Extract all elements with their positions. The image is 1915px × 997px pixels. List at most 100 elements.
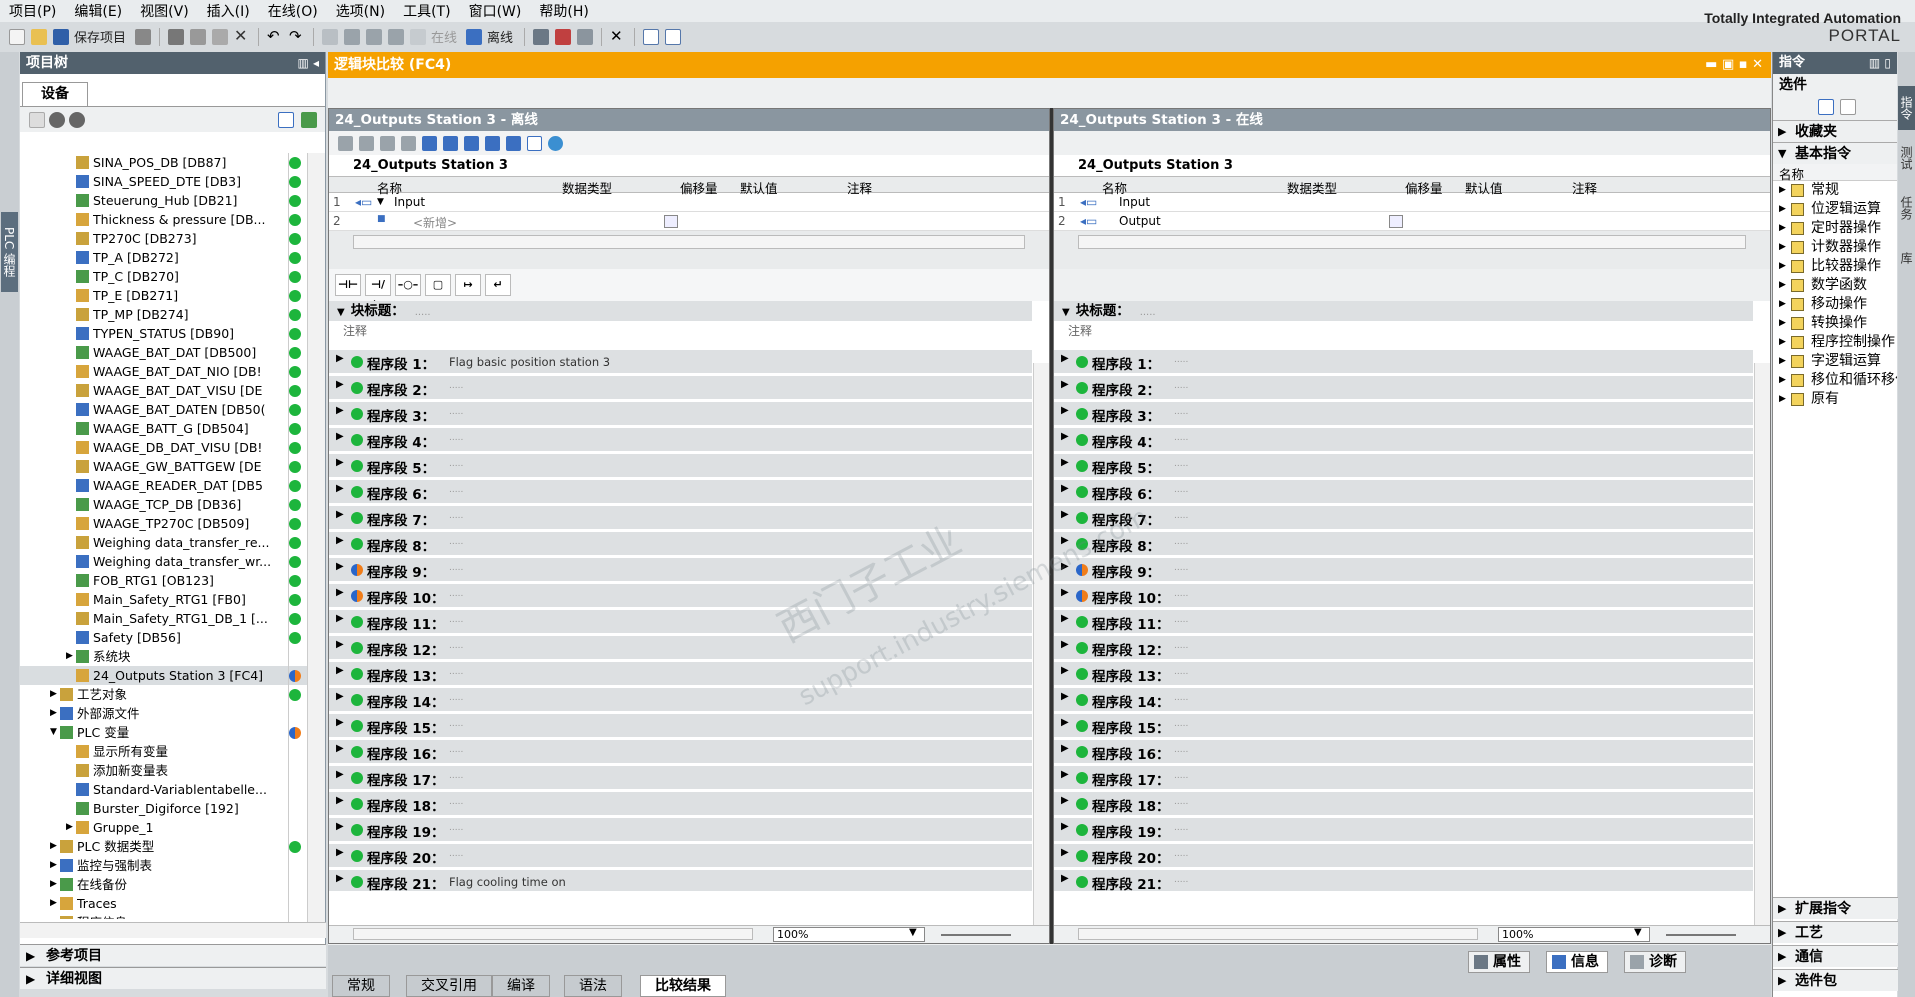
cut-icon[interactable] [168,28,185,45]
assign-icon[interactable] [380,135,395,151]
chevron-right-icon[interactable]: ▶ [336,457,344,468]
chevron-right-icon[interactable]: ▶ [50,704,57,723]
chevron-right-icon[interactable]: ▶ [1061,665,1069,676]
network-row[interactable]: ▶ 程序段 7：..... [329,503,1032,529]
chevron-right-icon[interactable]: ▶ [1061,743,1069,754]
interface-row[interactable]: 2 ◂▭ Output [1054,212,1770,231]
chevron-right-icon[interactable]: ▶ [1061,587,1069,598]
network-comment[interactable]: Flag basic position station 3 [449,355,610,369]
network-comment[interactable]: ..... [449,797,463,807]
forward-icon[interactable] [69,112,85,128]
network-row[interactable]: ▶ 程序段 2：..... [1054,373,1753,399]
save-project-button[interactable]: 保存项目 [74,27,126,46]
network-comment[interactable]: ..... [1174,667,1188,677]
chevron-down-icon[interactable]: ▼ [377,197,384,207]
tree-item[interactable]: WAAGE_BATT_G [DB504] [20,419,310,438]
print-icon[interactable] [135,28,152,45]
tab-devices[interactable]: 设备 [22,82,88,106]
chevron-right-icon[interactable]: ▶ [1061,483,1069,494]
tree-item[interactable]: Standard-Variablentabelle... [20,780,310,799]
chevron-right-icon[interactable]: ▶ [1061,795,1069,806]
go-offline-button[interactable]: 离线 [487,27,513,46]
network-row[interactable]: ▶ 程序段 17：..... [1054,763,1753,789]
tree-item[interactable]: WAAGE_GW_BATTGEW [DE [20,457,310,476]
tree-item[interactable]: 24_Outputs Station 3 [FC4] [20,666,310,685]
network-row[interactable]: ▶ 程序段 10：..... [329,581,1032,607]
undo-icon[interactable]: ↶ [267,28,283,45]
tree-item[interactable]: Steuerung_Hub [DB21] [20,191,310,210]
network-comment[interactable]: ..... [449,381,463,391]
chevron-right-icon[interactable]: ▶ [1779,219,1786,238]
menu-item[interactable]: 帮助(H) [530,1,597,21]
task-card-testing[interactable]: 测试 [1898,136,1915,180]
tree-item[interactable]: 显示所有变量 [20,742,310,761]
chevron-right-icon[interactable]: ▶ [1061,717,1069,728]
network-row[interactable]: ▶ 程序段 18：..... [329,789,1032,815]
chevron-right-icon[interactable]: ▶ [1061,639,1069,650]
tree-item[interactable]: Burster_Digiforce [192] [20,799,310,818]
basic-instructions-section[interactable]: ▼ 基本指令 [1773,142,1897,164]
split-horizontal-icon[interactable] [643,28,660,45]
tree-item[interactable]: WAAGE_BAT_DAT [DB500] [20,343,310,362]
network-comment[interactable]: ..... [449,563,463,573]
tree-item[interactable]: WAAGE_BAT_DATEN [DB50( [20,400,310,419]
upload-icon[interactable] [366,28,383,45]
chevron-right-icon[interactable]: ▶ [336,483,344,494]
redo-icon[interactable]: ↷ [289,28,305,45]
tree-item[interactable]: SINA_POS_DB [DB87] [20,153,310,172]
chevron-right-icon[interactable]: ▶ [336,379,344,390]
network-row[interactable]: ▶ 程序段 19：..... [1054,815,1753,841]
save-icon[interactable] [53,28,69,45]
tree-item[interactable]: ▶ Traces [20,894,310,913]
network-comment[interactable]: ..... [1174,849,1188,859]
chevron-right-icon[interactable]: ▶ [1061,613,1069,624]
chevron-right-icon[interactable]: ▶ [336,847,344,858]
network-row[interactable]: ▶ 程序段 4：..... [329,425,1032,451]
network-comment[interactable]: ..... [449,537,463,547]
interface-hscroll[interactable] [353,235,1025,249]
network-comment[interactable]: ..... [1174,485,1188,495]
tree-item[interactable]: SINA_SPEED_DTE [DB3] [20,172,310,191]
delete-network-icon[interactable] [359,135,374,151]
tree-item[interactable]: Thickness & pressure [DB... [20,210,310,229]
network-row[interactable]: ▶ 程序段 11：..... [329,607,1032,633]
network-row[interactable]: ▶ 程序段 14：..... [329,685,1032,711]
chevron-right-icon[interactable]: ▶ [336,535,344,546]
tree-item[interactable]: FOB_RTG1 [OB123] [20,571,310,590]
editor-tab[interactable]: 比较结果 [640,975,726,997]
offline-vertical-scrollbar[interactable] [1033,363,1049,929]
network-comment[interactable]: ..... [449,771,463,781]
technology-section[interactable]: ▶ 工艺 [1773,921,1898,943]
instruction-folder[interactable]: ▶ 数学函数 [1773,276,1897,295]
chevron-right-icon[interactable]: ▶ [336,717,344,728]
editor-tab[interactable]: 常规 [332,975,390,997]
instruction-folder[interactable]: ▶ 程序控制操作 [1773,333,1897,352]
insert-network-icon[interactable] [338,135,353,151]
tree-item[interactable]: WAAGE_TCP_DB [DB36] [20,495,310,514]
network-comment[interactable]: ..... [1174,823,1188,833]
chevron-right-icon[interactable]: ▶ [50,894,57,913]
chevron-right-icon[interactable]: ▶ [1061,847,1069,858]
online-vertical-scrollbar[interactable] [1754,363,1770,929]
tree-item[interactable]: TYPEN_STATUS [DB90] [20,324,310,343]
tree-item[interactable]: 添加新变量表 [20,761,310,780]
network-row[interactable]: ▶ 程序段 9：..... [1054,555,1753,581]
network-row[interactable]: ▶ 程序段 11：..... [1054,607,1753,633]
tree-item[interactable]: WAAGE_TP270C [DB509] [20,514,310,533]
block-comment[interactable]: 注释 [329,321,1032,341]
prev-difference-icon[interactable] [443,135,458,151]
network-comment[interactable]: ..... [449,407,463,417]
tree-item[interactable]: TP_E [DB271] [20,286,310,305]
extended-instructions-section[interactable]: ▶ 扩展指令 [1773,897,1898,919]
network-comment[interactable]: ..... [1174,797,1188,807]
tree-item[interactable]: ▶ 在线备份 [20,875,310,894]
network-row[interactable]: ▶ 程序段 4：..... [1054,425,1753,451]
chevron-right-icon[interactable]: ▶ [1779,333,1786,352]
pane-controls-icon[interactable]: ▥ ◂ [297,52,319,74]
network-row[interactable]: ▶ 程序段 21： Flag cooling time on [329,867,1032,891]
open-project-icon[interactable] [31,28,47,45]
tab-info[interactable]: 信息 [1546,951,1608,973]
network-comment[interactable]: ..... [449,849,463,859]
network-row[interactable]: ▶ 程序段 13：..... [1054,659,1753,685]
network-comment[interactable]: ..... [1174,459,1188,469]
